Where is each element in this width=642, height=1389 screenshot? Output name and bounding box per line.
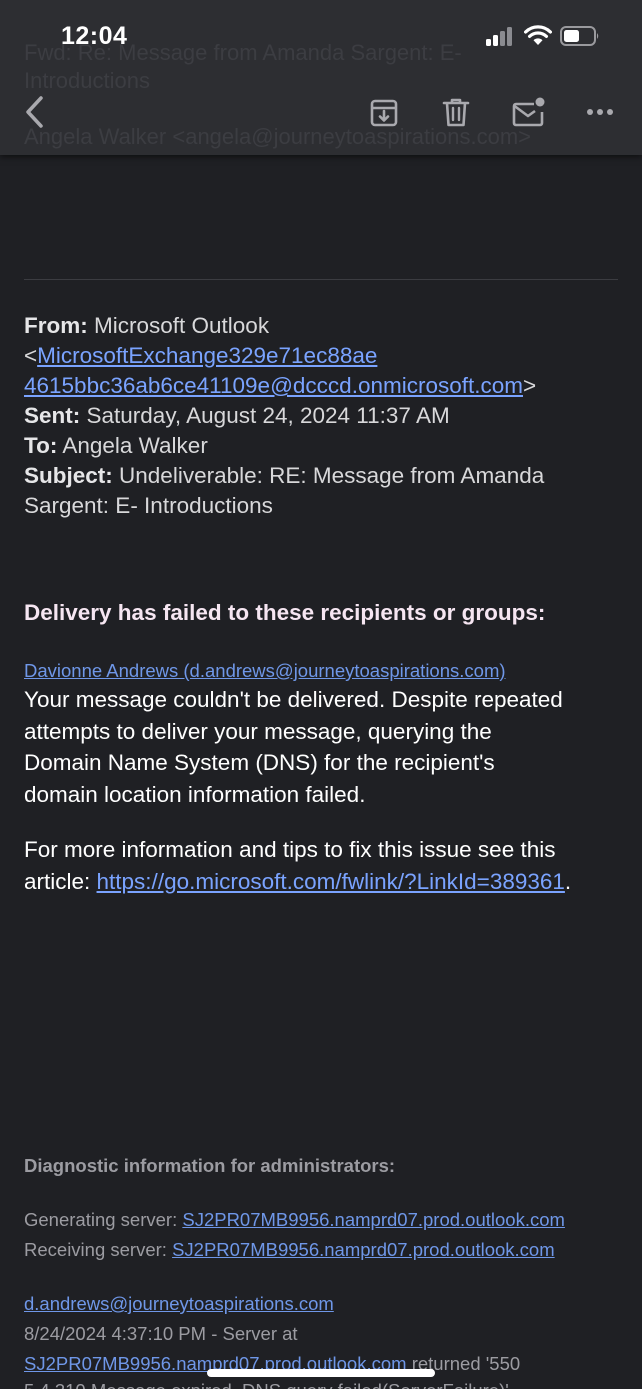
header-divider <box>24 279 618 280</box>
sent-label: Sent: <box>24 403 81 428</box>
mark-unread-button[interactable] <box>508 92 548 132</box>
more-icon <box>587 109 613 115</box>
diagnostic-recipient-row: d.andrews@journeytoaspirations.com <box>24 1293 334 1315</box>
email-screen: Fwd: Re: Message from Amanda Sargent: E-… <box>0 0 642 1389</box>
home-indicator[interactable] <box>207 1369 435 1377</box>
failure-message-line-1: Your message couldn't be delivered. Desp… <box>24 687 563 712</box>
diagnostic-recipient-link[interactable]: d.andrews@journeytoaspirations.com <box>24 1293 334 1314</box>
from-email-link-part-1[interactable]: MicrosoftExchange329e71ec88ae <box>37 343 377 368</box>
subject-value-line-1: Undeliverable: RE: Message from Amanda <box>119 463 545 488</box>
failure-message-line-2: attempts to deliver your message, queryi… <box>24 718 492 744</box>
to-row: To: Angela Walker <box>24 431 624 461</box>
diagnostic-heading: Diagnostic information for administrator… <box>24 1155 396 1176</box>
failure-message: Your message couldn't be delivered. Desp… <box>24 684 624 810</box>
back-button[interactable] <box>14 92 54 132</box>
diagnostic-cutoff-line: 5.4.310 Message expired, DNS query faile… <box>24 1380 509 1389</box>
diagnostic-timestamp: 8/24/2024 4:37:10 PM - Server at <box>24 1323 298 1344</box>
from-email-row-2: 4615bbc36ab6ce41109e@dcccd.onmicrosoft.c… <box>24 371 624 401</box>
more-info-line-1: For more information and tips to fix thi… <box>24 837 556 862</box>
cellular-signal-icon <box>486 26 516 46</box>
archive-icon <box>370 99 398 127</box>
archive-button[interactable] <box>364 92 404 132</box>
sent-row: Sent: Saturday, August 24, 2024 11:37 AM <box>24 401 624 431</box>
generating-server-row: Generating server: SJ2PR07MB9956.namprd0… <box>24 1209 565 1231</box>
wifi-icon <box>524 24 552 46</box>
failed-recipient-link[interactable]: Davionne Andrews (d.andrews@journeytoasp… <box>24 660 506 682</box>
mark-unread-icon <box>512 97 545 127</box>
more-info-prefix: article: <box>24 868 97 894</box>
forwarded-header: From: Microsoft Outlook <MicrosoftExchan… <box>24 311 624 521</box>
more-button[interactable] <box>580 92 620 132</box>
generating-server-link[interactable]: SJ2PR07MB9956.namprd07.prod.outlook.com <box>182 1209 565 1230</box>
more-info-paragraph: For more information and tips to fix thi… <box>24 834 624 897</box>
from-email-row-1: <MicrosoftExchange329e71ec88ae <box>24 341 624 371</box>
subject-label: Subject: <box>24 463 113 488</box>
subject-row: Subject: Undeliverable: RE: Message from… <box>24 461 624 491</box>
from-label: From: <box>24 313 88 338</box>
from-name: Microsoft Outlook <box>94 313 270 338</box>
subject-value-line-2: Sargent: E- Introductions <box>24 493 273 518</box>
from-email-close: > <box>523 373 537 398</box>
status-time: 12:04 <box>61 22 128 50</box>
receiving-server-row: Receiving server: SJ2PR07MB9956.namprd07… <box>24 1239 555 1261</box>
delete-button[interactable] <box>436 92 476 132</box>
from-email-open: < <box>24 343 38 368</box>
from-email-link-part-2[interactable]: 4615bbc36ab6ce41109e@dcccd.onmicrosoft.c… <box>24 373 523 398</box>
receiving-server-label: Receiving server: <box>24 1239 173 1260</box>
receiving-server-link[interactable]: SJ2PR07MB9956.namprd07.prod.outlook.com <box>172 1239 555 1260</box>
sent-value: Saturday, August 24, 2024 11:37 AM <box>86 403 450 428</box>
failure-message-line-4: domain location information failed. <box>24 781 366 807</box>
to-label: To: <box>24 433 58 458</box>
delivery-failed-heading: Delivery has failed to these recipients … <box>24 600 546 625</box>
top-toolbar: Fwd: Re: Message from Amanda Sargent: E-… <box>0 0 642 155</box>
trash-icon <box>442 98 470 127</box>
more-info-suffix: . <box>564 868 572 894</box>
fwlink-link[interactable]: https://go.microsoft.com/fwlink/?LinkId=… <box>97 869 565 894</box>
to-value: Angela Walker <box>62 433 208 458</box>
failure-message-line-3: Domain Name System (DNS) for the recipie… <box>24 750 495 775</box>
ghost-subject-line-2: Introductions <box>24 68 150 93</box>
generating-server-label: Generating server: <box>24 1209 183 1230</box>
battery-icon <box>560 25 600 47</box>
more-info-line-2: article: https://go.microsoft.com/fwlink… <box>24 866 624 898</box>
from-row: From: Microsoft Outlook <box>24 311 624 341</box>
chevron-left-icon <box>26 96 43 128</box>
